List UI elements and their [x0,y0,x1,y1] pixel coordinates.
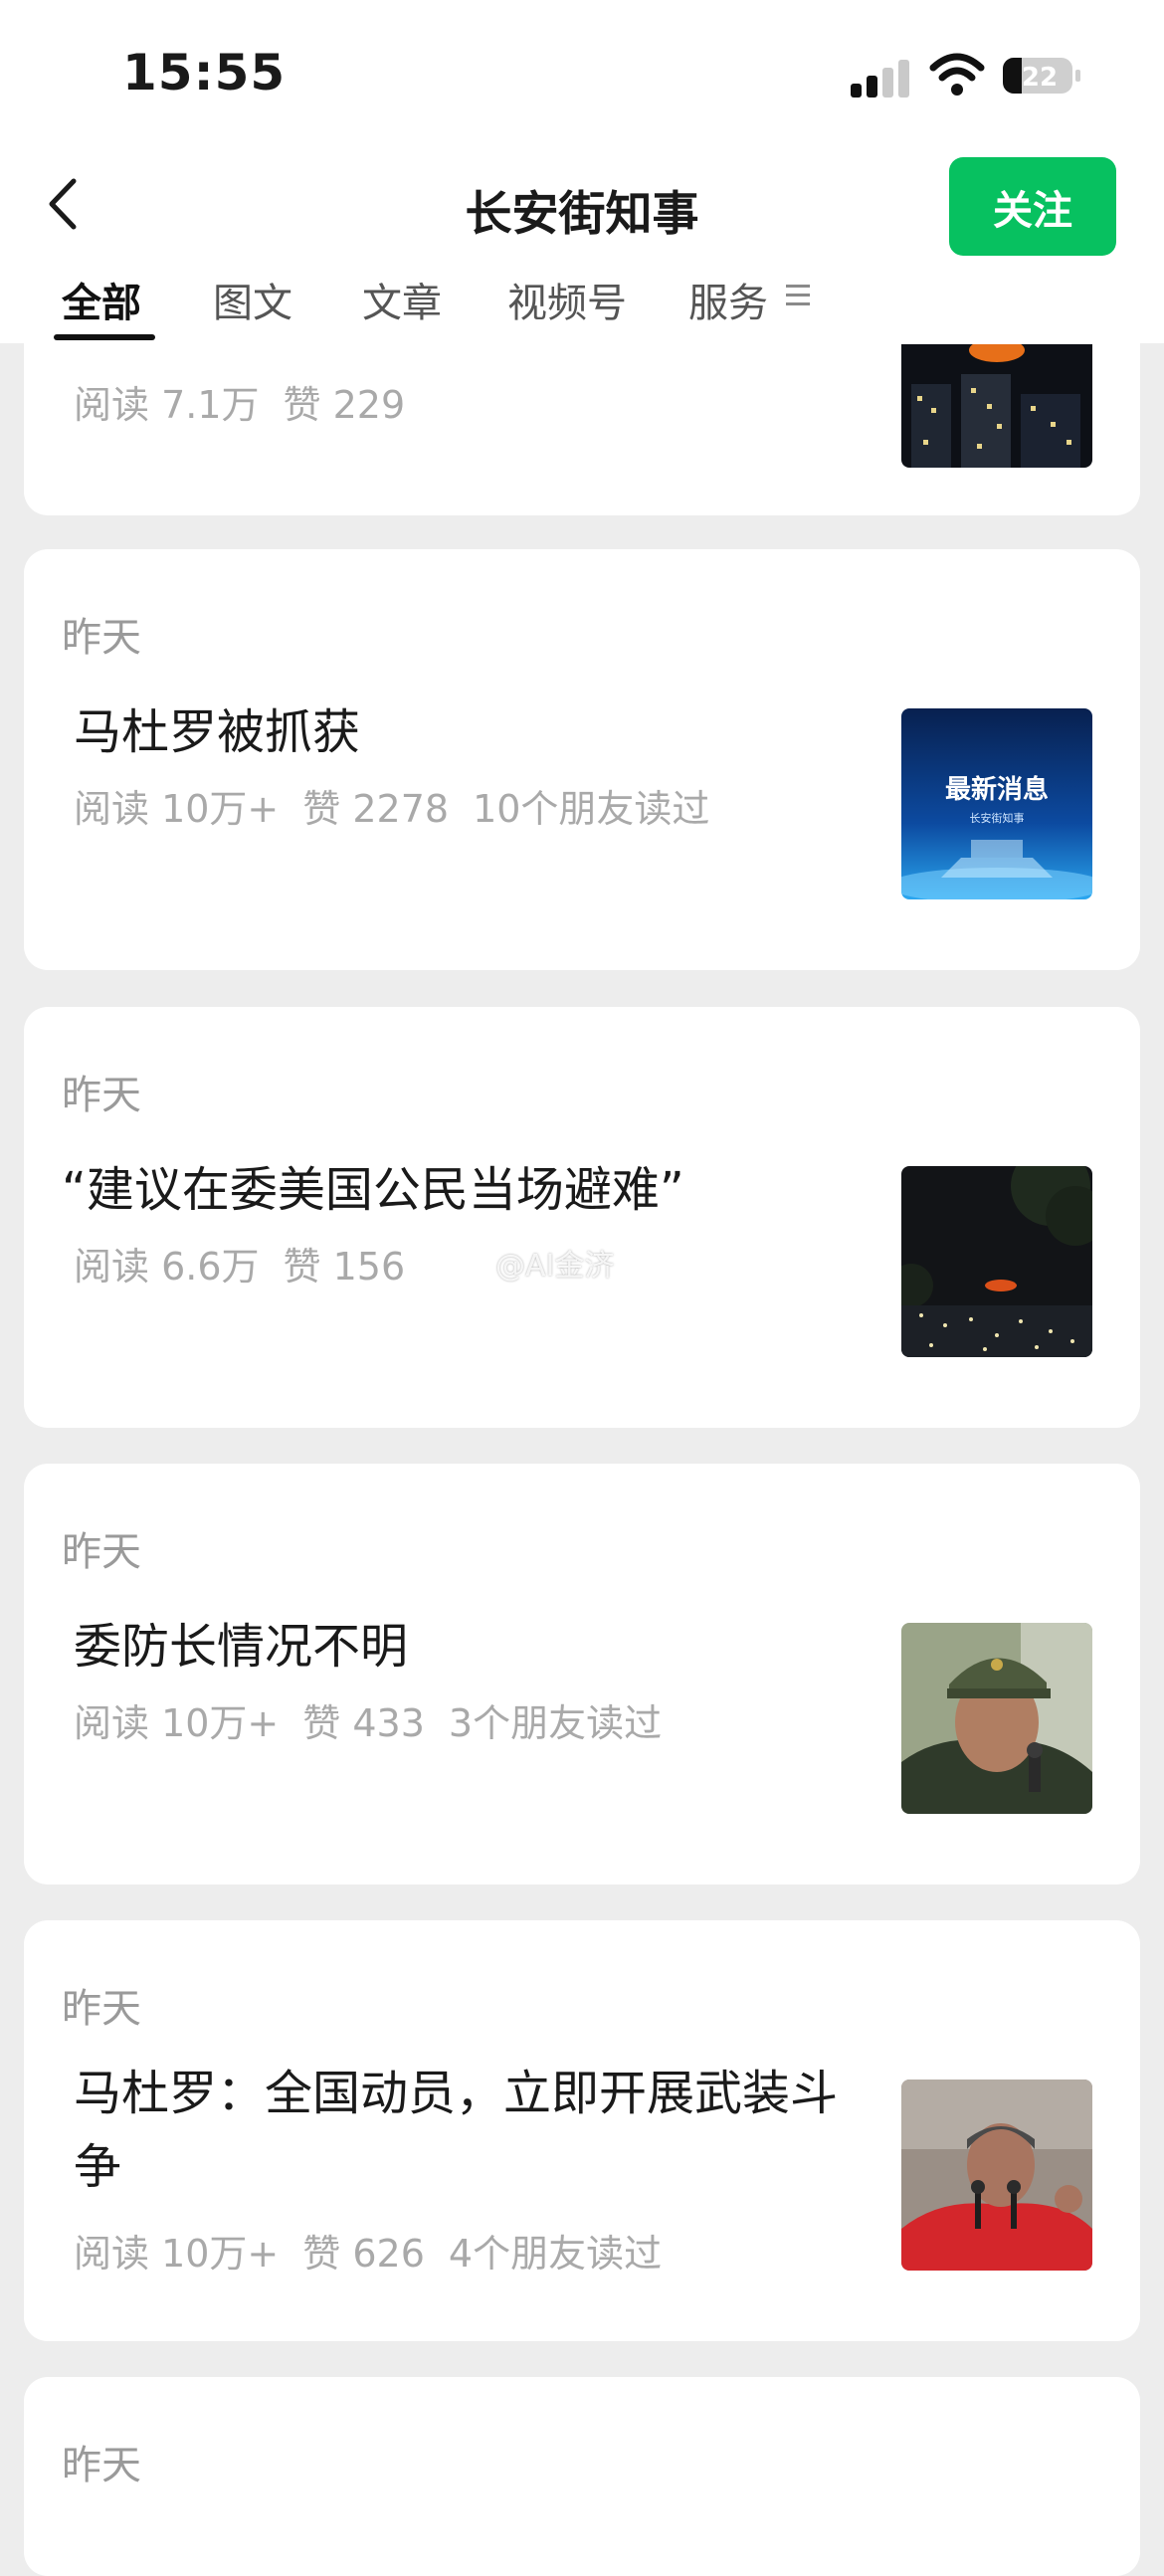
speaker-photo [901,2080,1092,2271]
like-count: 赞 433 [302,1701,425,1745]
article-date: 昨天 [62,1073,141,1118]
article-card[interactable]: 昨天 马杜罗：全国动员，立即开展武装斗争 阅读 10万+ 赞 626 4个朋友读过 [24,1920,1140,2341]
wifi-icon [929,53,985,96]
article-meta: 阅读 6.6万赞 156 [74,1236,429,1290]
article-meta: 阅读 10万+ 赞 433 3个朋友读过 [74,1692,685,1747]
article-date: 昨天 [62,615,141,661]
tab-channels[interactable]: 视频号 [507,271,627,328]
like-count: 赞 156 [283,1245,406,1288]
battery-level: 22 [1022,63,1058,93]
friends-read: 3个朋友读过 [448,1701,663,1745]
article-title: 委防长情况不明 [74,1619,409,1675]
tab-services[interactable]: 服务 [688,271,768,328]
top-bar: 15:55 22 长安街知事 关注 全部 图文 文章 视频号 服务 [0,0,1164,343]
tab-all[interactable]: 全部 [62,271,141,328]
tab-articles[interactable]: 文章 [362,271,442,328]
follow-button[interactable]: 关注 [949,157,1116,256]
watermark: @AI金济 [495,1249,615,1284]
night-fire-image [901,344,1092,468]
breaking-news-image: 最新消息 长安街知事 [901,708,1092,899]
article-card[interactable]: 昨天 马杜罗被抓获 阅读 10万+ 赞 2278 10个朋友读过 最新消息 长安街知… [24,549,1140,970]
like-count: 赞 229 [283,383,406,427]
thumb-subtext: 长安街知事 [970,811,1025,825]
thumb-headline: 最新消息 [945,774,1049,805]
like-count: 赞 626 [302,2232,425,2276]
read-count: 阅读 10万+ [74,1701,280,1745]
article-meta: 阅读 10万+ 赞 2278 10个朋友读过 [74,778,733,833]
read-count: 阅读 10万+ [74,787,280,831]
article-title: 马杜罗：全国动员，立即开展武装斗争 [74,2066,839,2195]
article-meta: 阅读 10万+ 赞 626 4个朋友读过 [74,2223,685,2278]
read-count: 阅读 6.6万 [74,1245,260,1288]
article-card[interactable]: 昨天 [24,2377,1140,2576]
read-count: 阅读 7.1万 [74,383,260,427]
article-meta: 阅读 7.1万赞 229 [74,374,429,429]
article-title: 马杜罗被抓获 [74,704,361,760]
military-officer-photo [901,1623,1092,1814]
article-card[interactable]: 昨天 委防长情况不明 阅读 10万+ 赞 433 3个朋友读过 [24,1464,1140,1884]
friends-read: 4个朋友读过 [448,2232,663,2276]
tab-image-text[interactable]: 图文 [213,271,292,328]
article-date: 昨天 [62,2443,141,2488]
friends-read: 10个朋友读过 [473,787,710,831]
article-card[interactable]: 昨天 “建议在委美国公民当场避难” 阅读 6.6万赞 156 [24,1007,1140,1428]
status-time: 15:55 [122,44,287,101]
article-date: 昨天 [62,1986,141,2032]
like-count: 赞 2278 [302,787,450,831]
tab-bar: 全部 图文 文章 视频号 服务 [0,261,1164,343]
active-tab-indicator [54,334,155,340]
night-city-image [901,1166,1092,1357]
battery-icon: 22 [1003,58,1080,94]
article-date: 昨天 [62,1529,141,1575]
cellular-signal-icon [851,58,910,98]
menu-list-icon[interactable] [786,285,810,308]
read-count: 阅读 10万+ [74,2232,280,2276]
article-title: “建议在委美国公民当场避难” [62,1162,684,1218]
